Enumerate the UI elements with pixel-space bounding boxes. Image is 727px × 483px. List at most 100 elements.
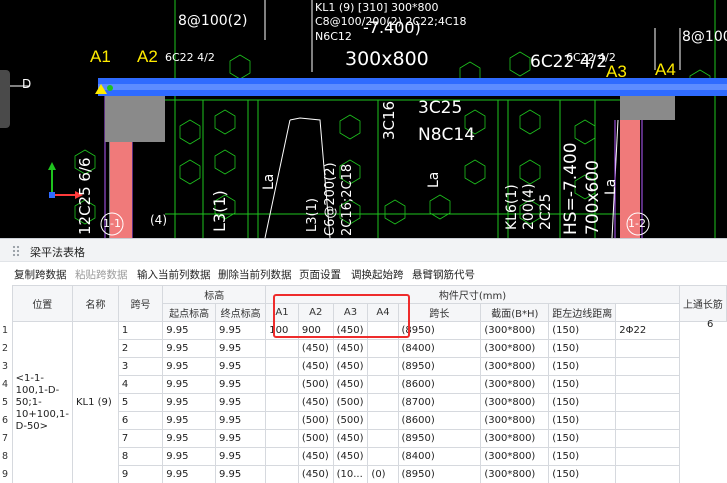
cell-span-length[interactable]: (8600) bbox=[397, 375, 482, 394]
cell-a2[interactable]: (450) bbox=[297, 393, 334, 412]
cell-a3[interactable]: (500) bbox=[332, 411, 369, 430]
cell-end-elev[interactable]: 9.95 bbox=[214, 375, 267, 394]
cell-a2[interactable]: (500) bbox=[297, 429, 334, 448]
cell-a2[interactable]: (450) bbox=[297, 339, 334, 358]
cell-position[interactable]: <1-1-100,1-D-50;1-10+100,1-D-50> bbox=[11, 321, 73, 483]
cell-a3[interactable]: (450) bbox=[332, 339, 369, 358]
cell-section[interactable]: (300*800) bbox=[480, 429, 550, 448]
cell-span[interactable]: 4 bbox=[117, 375, 164, 394]
cell-edge-distance[interactable]: (150) bbox=[548, 375, 617, 394]
left-collapse-tab[interactable] bbox=[0, 70, 10, 128]
cell-a3[interactable]: (450) bbox=[332, 357, 369, 376]
cell-span[interactable]: 2 bbox=[117, 339, 164, 358]
cell-a1[interactable] bbox=[265, 393, 299, 412]
cell-a1[interactable]: 100 bbox=[265, 321, 299, 340]
cell-a4[interactable] bbox=[367, 393, 399, 412]
beam-table-container[interactable]: 位置 名称 跨号 标高 构件尺寸(mm) 上通长筋 起点标高 终点标高 A1 A… bbox=[0, 285, 727, 483]
cell-span[interactable]: 7 bbox=[117, 429, 164, 448]
cell-a4[interactable] bbox=[367, 411, 399, 430]
cell-top-through[interactable] bbox=[615, 429, 680, 448]
cell-a2[interactable]: (450) bbox=[297, 357, 334, 376]
cell-a4[interactable] bbox=[367, 429, 399, 448]
cell-a1[interactable] bbox=[265, 411, 299, 430]
cell-a2[interactable]: (450) bbox=[297, 447, 334, 466]
cell-section[interactable]: (300*800) bbox=[480, 357, 550, 376]
cell-end-elev[interactable]: 9.95 bbox=[214, 411, 267, 430]
cell-a4[interactable] bbox=[367, 357, 399, 376]
cell-a3[interactable]: (450) bbox=[332, 447, 369, 466]
cell-section[interactable]: (300*800) bbox=[480, 321, 550, 340]
cell-end-elev[interactable]: 9.95 bbox=[214, 357, 267, 376]
cell-a1[interactable] bbox=[265, 357, 299, 376]
cell-end-elev[interactable]: 9.95 bbox=[214, 429, 267, 448]
cell-span-length[interactable]: (8950) bbox=[397, 321, 482, 340]
cell-span-length[interactable]: (8400) bbox=[397, 339, 482, 358]
cell-a2[interactable]: 900 bbox=[297, 321, 334, 340]
cell-start-elev[interactable]: 9.95 bbox=[162, 357, 216, 376]
cell-edge-distance[interactable]: (150) bbox=[548, 429, 617, 448]
cell-end-elev[interactable]: 9.95 bbox=[214, 393, 267, 412]
cell-top-through[interactable] bbox=[615, 447, 680, 466]
cell-a4[interactable] bbox=[367, 339, 399, 358]
cell-a2[interactable]: (500) bbox=[297, 375, 334, 394]
cell-span-length[interactable]: (8950) bbox=[397, 357, 482, 376]
cell-a4[interactable] bbox=[367, 447, 399, 466]
cell-span[interactable]: 1 bbox=[117, 321, 164, 340]
cell-a4[interactable] bbox=[367, 321, 399, 340]
input-column-data-button[interactable]: 输入当前列数据 bbox=[137, 267, 211, 282]
cell-top-through[interactable] bbox=[615, 411, 680, 430]
cell-start-elev[interactable]: 9.95 bbox=[162, 393, 216, 412]
cell-a1[interactable] bbox=[265, 339, 299, 358]
cell-span-length[interactable]: (8950) bbox=[397, 465, 482, 483]
drag-grip-icon[interactable] bbox=[12, 245, 20, 257]
cell-start-elev[interactable]: 9.95 bbox=[162, 465, 216, 483]
cell-start-elev[interactable]: 9.95 bbox=[162, 411, 216, 430]
cell-start-elev[interactable]: 9.95 bbox=[162, 429, 216, 448]
cell-span[interactable]: 5 bbox=[117, 393, 164, 412]
cell-top-through[interactable] bbox=[615, 465, 680, 483]
cell-edge-distance[interactable]: (150) bbox=[548, 447, 617, 466]
cell-a4[interactable] bbox=[367, 375, 399, 394]
cell-edge-distance[interactable]: (150) bbox=[548, 411, 617, 430]
cell-edge-distance[interactable]: (150) bbox=[548, 393, 617, 412]
swap-start-span-button[interactable]: 调换起始跨 bbox=[351, 267, 404, 282]
table-row[interactable]: 1 <1-1-100,1-D-50;1-10+100,1-D-50> KL1 (9)… bbox=[0, 321, 727, 483]
cell-span-length[interactable]: (8600) bbox=[397, 411, 482, 430]
cell-section[interactable]: (300*800) bbox=[480, 339, 550, 358]
cell-span[interactable]: 3 bbox=[117, 357, 164, 376]
cell-edge-distance[interactable]: (150) bbox=[548, 339, 617, 358]
cell-start-elev[interactable]: 9.95 bbox=[162, 447, 216, 466]
cell-a1[interactable] bbox=[265, 447, 299, 466]
cell-span[interactable]: 9 bbox=[117, 465, 164, 483]
cell-section[interactable]: (300*800) bbox=[480, 465, 550, 483]
cell-a3[interactable]: (10... bbox=[332, 465, 369, 483]
cell-edge-distance[interactable]: (150) bbox=[548, 465, 617, 483]
cell-top-through[interactable] bbox=[615, 393, 680, 412]
cell-start-elev[interactable]: 9.95 bbox=[162, 339, 216, 358]
cell-end-elev[interactable]: 9.95 bbox=[214, 321, 267, 340]
page-setup-button[interactable]: 页面设置 bbox=[299, 267, 341, 282]
cell-span-length[interactable]: (8400) bbox=[397, 447, 482, 466]
cell-end-elev[interactable]: 9.95 bbox=[214, 447, 267, 466]
cell-section[interactable]: (300*800) bbox=[480, 411, 550, 430]
cell-a2[interactable]: (450) bbox=[297, 465, 334, 483]
delete-column-data-button[interactable]: 删除当前列数据 bbox=[218, 267, 292, 282]
cell-top-through[interactable] bbox=[615, 375, 680, 394]
cell-name[interactable]: KL1 (9) bbox=[71, 321, 119, 483]
cell-top-through[interactable] bbox=[615, 357, 680, 376]
cell-a3[interactable]: (500) bbox=[332, 393, 369, 412]
cantilever-rebar-code-button[interactable]: 悬臂钢筋代号 bbox=[412, 267, 475, 282]
cell-a4[interactable]: (0) bbox=[367, 465, 399, 483]
copy-span-data-button[interactable]: 复制跨数据 bbox=[14, 267, 67, 282]
cad-drawing-canvas[interactable]: KL1 (9) [310] 300*800 C8@100/200(2) 2C22… bbox=[0, 0, 727, 238]
paste-span-data-button[interactable]: 粘贴跨数据 bbox=[75, 267, 128, 282]
cell-a1[interactable] bbox=[265, 375, 299, 394]
cell-section[interactable]: (300*800) bbox=[480, 447, 550, 466]
cell-a1[interactable] bbox=[265, 465, 299, 483]
cell-start-elev[interactable]: 9.95 bbox=[162, 375, 216, 394]
cell-a1[interactable] bbox=[265, 429, 299, 448]
cell-end-elev[interactable]: 9.95 bbox=[214, 465, 267, 483]
cell-span-length[interactable]: (8950) bbox=[397, 429, 482, 448]
cell-section[interactable]: (300*800) bbox=[480, 375, 550, 394]
cell-section[interactable]: (300*800) bbox=[480, 393, 550, 412]
